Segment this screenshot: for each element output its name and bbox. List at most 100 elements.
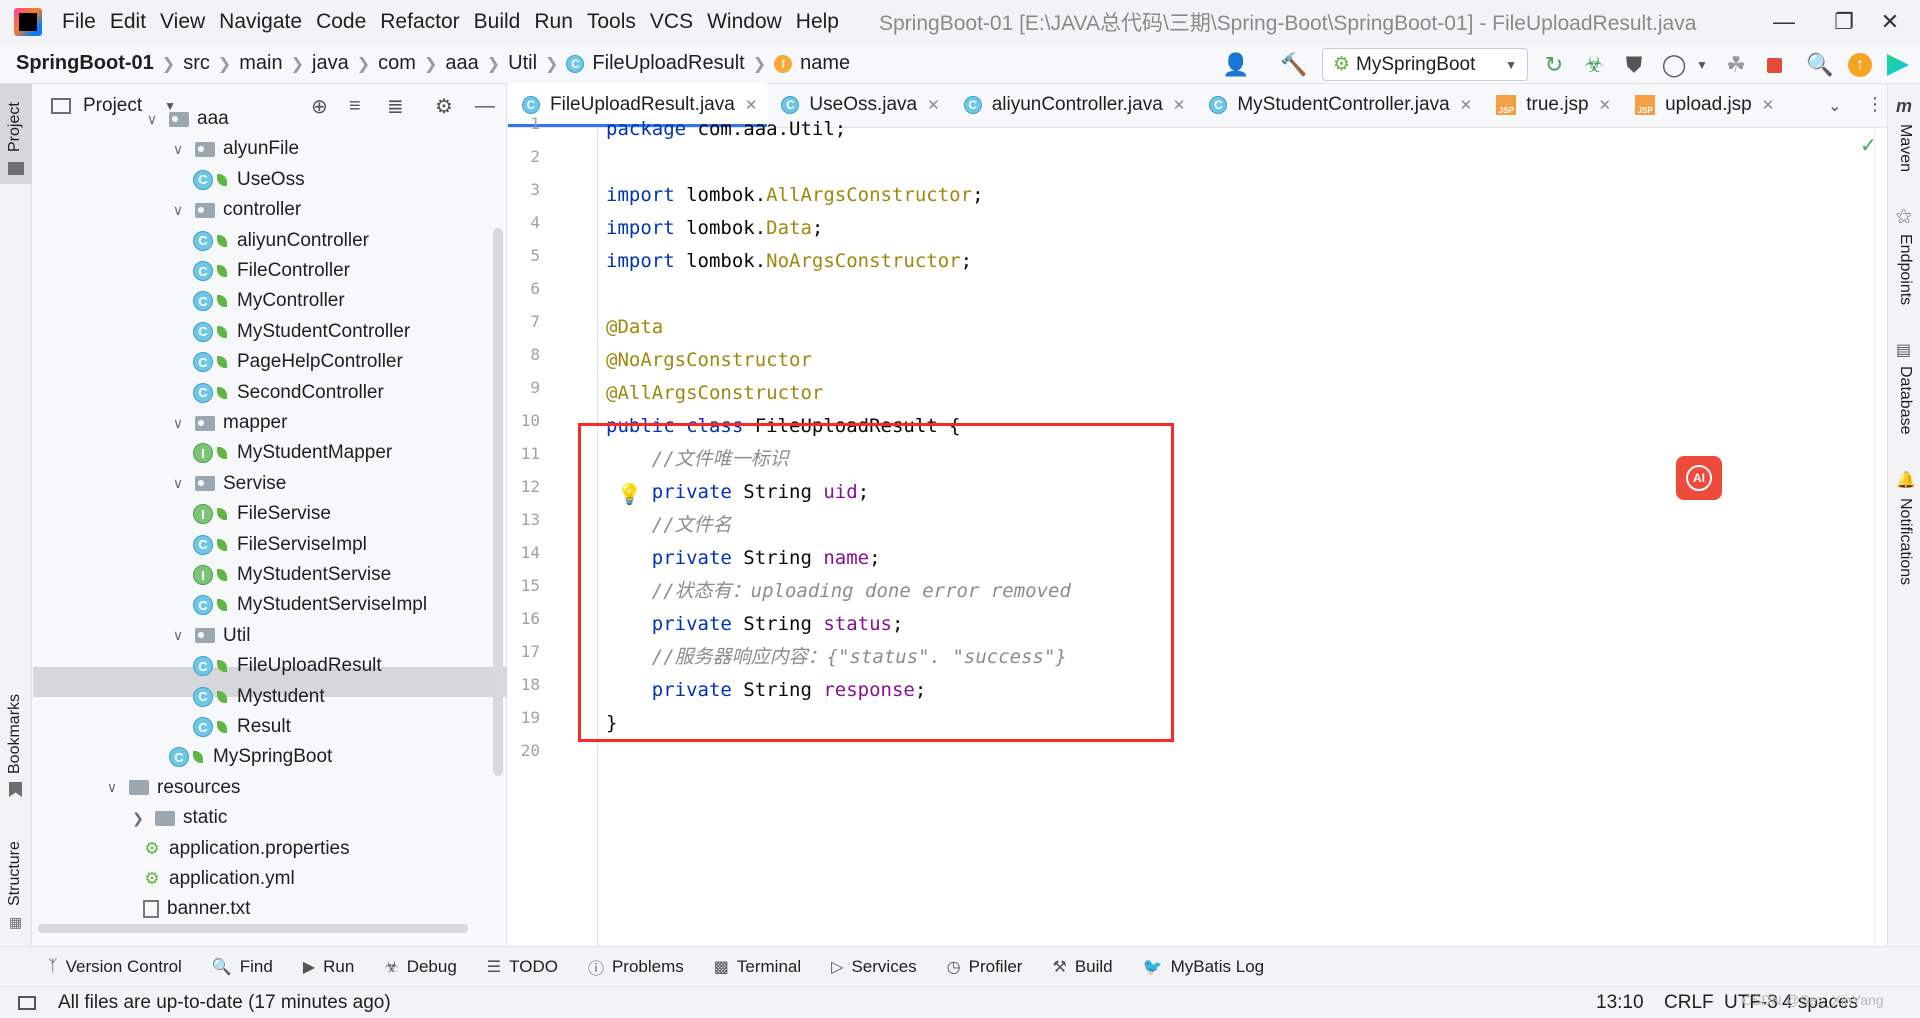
tree-item-secondcontroller[interactable]: C SecondController — [193, 378, 384, 408]
tool-version-control[interactable]: ᛉ Version Control — [48, 957, 182, 977]
breadcrumb-class[interactable]: FileUploadResult — [592, 52, 744, 75]
editor-scrollbar[interactable] — [1874, 128, 1887, 946]
breadcrumb-com[interactable]: com — [378, 52, 416, 75]
coverage-icon[interactable]: ⛊ — [1620, 51, 1648, 79]
tool-find[interactable]: 🔍 Find — [212, 957, 273, 977]
breadcrumb-main[interactable]: main — [239, 52, 282, 75]
toggle-tool-windows-icon[interactable] — [18, 995, 36, 1010]
database-tool-label[interactable]: Database — [1896, 366, 1914, 435]
tree-item-mystudentmapper[interactable]: I MyStudentMapper — [193, 438, 392, 468]
locate-icon[interactable]: ⊕ — [311, 94, 328, 119]
search-icon[interactable]: 🔍 — [1806, 51, 1834, 79]
tree-item-banner-txt[interactable]: banner.txt — [143, 894, 250, 924]
bookmarks-tool-label[interactable]: Bookmarks — [6, 694, 24, 774]
chevron-down-icon[interactable]: ∨ — [143, 111, 161, 128]
tool-terminal[interactable]: ▩ Terminal — [714, 957, 801, 977]
menu-run[interactable]: Run — [534, 10, 573, 34]
horizontal-scrollbar[interactable] — [38, 924, 468, 933]
close-tab-icon[interactable]: ✕ — [927, 96, 940, 114]
chevron-right-icon[interactable]: ❯ — [129, 810, 147, 827]
tree-item-resources[interactable]: ∨ resources — [103, 773, 241, 803]
structure-tool-label[interactable]: Structure — [6, 841, 24, 906]
expand-all-icon[interactable]: ≡ — [349, 95, 361, 118]
maven-tool-label[interactable]: Maven — [1896, 124, 1914, 172]
status-message[interactable]: All files are up-to-date (17 minutes ago… — [58, 992, 391, 1014]
tab-aliyuncontroller[interactable]: C aliyunController.java ✕ — [950, 83, 1196, 127]
chevron-down-icon[interactable]: ∨ — [169, 415, 187, 432]
chevron-down-icon[interactable]: ∨ — [169, 141, 187, 158]
tree-item-fileservise[interactable]: I FileServise — [193, 499, 331, 529]
menu-tools[interactable]: Tools — [587, 10, 636, 34]
user-icon[interactable]: 👤 — [1222, 51, 1250, 79]
tree-item-mystudent[interactable]: C Mystudent — [193, 682, 325, 712]
tree-item-mystudentserviseimpl[interactable]: C MyStudentServiseImpl — [193, 590, 427, 620]
breadcrumb-util[interactable]: Util — [508, 52, 537, 75]
tree-item-fileuploadresult[interactable]: C FileUploadResult — [193, 651, 382, 681]
tree-item-controller[interactable]: ∨ controller — [169, 195, 301, 225]
menu-build[interactable]: Build — [474, 10, 521, 34]
tree-item-pagehelpcontroller[interactable]: C PageHelpController — [193, 347, 403, 377]
breadcrumb-java[interactable]: java — [312, 52, 349, 75]
more-options-icon[interactable]: ⋮ — [1866, 94, 1884, 115]
close-icon[interactable]: ✕ — [1860, 0, 1920, 44]
tool-debug[interactable]: ☣ Debug — [384, 957, 456, 977]
endpoints-tool-label[interactable]: Endpoints — [1896, 234, 1914, 305]
line-separator[interactable]: CRLF — [1664, 992, 1714, 1014]
menu-help[interactable]: Help — [796, 10, 839, 34]
tool-profiler[interactable]: ◷ Profiler — [947, 957, 1023, 977]
ai-assistant-button[interactable]: AI — [1676, 456, 1722, 500]
caret-position[interactable]: 13:10 — [1596, 992, 1644, 1014]
profile-icon[interactable]: ◯ — [1660, 51, 1688, 79]
tree-item-result[interactable]: C Result — [193, 712, 291, 742]
close-tab-icon[interactable]: ✕ — [1173, 96, 1186, 114]
breadcrumb-field[interactable]: name — [800, 52, 850, 75]
gear-icon[interactable]: ⚙ — [435, 94, 453, 119]
tree-item-aliyuncontroller[interactable]: CaliyunController — [193, 226, 369, 256]
vertical-scrollbar[interactable] — [493, 228, 503, 776]
menu-edit[interactable]: Edit — [110, 10, 146, 34]
close-tab-icon[interactable]: ✕ — [1460, 96, 1473, 114]
tree-item-application-yml[interactable]: ⚙ application.yml — [143, 864, 294, 894]
debug-bug-icon[interactable]: ☣ — [1580, 51, 1608, 79]
tree-item-filecontroller[interactable]: C FileController — [193, 256, 350, 286]
menu-code[interactable]: Code — [316, 10, 366, 34]
jetbrains-logo-icon[interactable] — [1884, 51, 1912, 79]
tree-item-myspringboot[interactable]: C MySpringBoot — [169, 742, 332, 772]
collapse-all-icon[interactable]: ≣ — [387, 94, 404, 119]
menu-refactor[interactable]: Refactor — [380, 10, 459, 34]
breadcrumb-src[interactable]: src — [183, 52, 210, 75]
tool-build[interactable]: ⚒ Build — [1052, 957, 1112, 977]
tab-true-jsp[interactable]: JSP true.jsp ✕ — [1482, 83, 1621, 127]
tree-item-static[interactable]: ❯ static — [129, 803, 227, 833]
tool-problems[interactable]: ⓘ Problems — [588, 955, 684, 979]
breadcrumb-aaa[interactable]: aaa — [445, 52, 478, 75]
tree-item-mystudentservise[interactable]: I MyStudentServise — [193, 560, 391, 590]
close-tab-icon[interactable]: ✕ — [745, 96, 758, 114]
menu-file[interactable]: File — [62, 10, 96, 34]
menu-vcs[interactable]: VCS — [650, 10, 693, 34]
tree-item-fileserviseimpl[interactable]: C FileServiseImpl — [193, 530, 367, 560]
update-icon[interactable]: ↑ — [1846, 51, 1874, 79]
tool-services[interactable]: ▷ Services — [831, 957, 917, 977]
attach-icon[interactable]: ☘ — [1722, 51, 1750, 79]
tree-item-mycontroller[interactable]: C MyController — [193, 286, 345, 316]
tool-todo[interactable]: ☰ TODO — [487, 957, 558, 977]
chevron-down-icon[interactable]: ∨ — [169, 475, 187, 492]
tree-item-mapper[interactable]: ∨ mapper — [169, 408, 288, 438]
chevron-down-icon[interactable]: ▼ — [1688, 51, 1716, 79]
close-tab-icon[interactable]: ✕ — [1599, 96, 1612, 114]
tree-item-mystudentcontroller[interactable]: C MyStudentController — [193, 317, 410, 347]
minimize-icon[interactable]: — — [1754, 0, 1814, 44]
project-panel-title[interactable]: Project — [83, 95, 142, 117]
menu-view[interactable]: View — [160, 10, 205, 34]
menu-window[interactable]: Window — [707, 10, 782, 34]
breadcrumb-project[interactable]: SpringBoot-01 — [16, 52, 154, 75]
tree-item-servise[interactable]: ∨ Servise — [169, 469, 286, 499]
tab-mystudentcontroller[interactable]: C MyStudentController.java ✕ — [1195, 83, 1482, 127]
build-hammer-icon[interactable]: 🔨 — [1280, 51, 1308, 79]
notifications-tool-label[interactable]: Notifications — [1896, 498, 1914, 585]
chevron-down-icon[interactable]: ∨ — [169, 202, 187, 219]
run-config-selector[interactable]: ⚙ MySpringBoot ▼ — [1322, 48, 1528, 81]
tree-item-aaa[interactable]: ∨ aaa — [143, 104, 229, 134]
chevron-down-icon[interactable]: ∨ — [169, 627, 187, 644]
